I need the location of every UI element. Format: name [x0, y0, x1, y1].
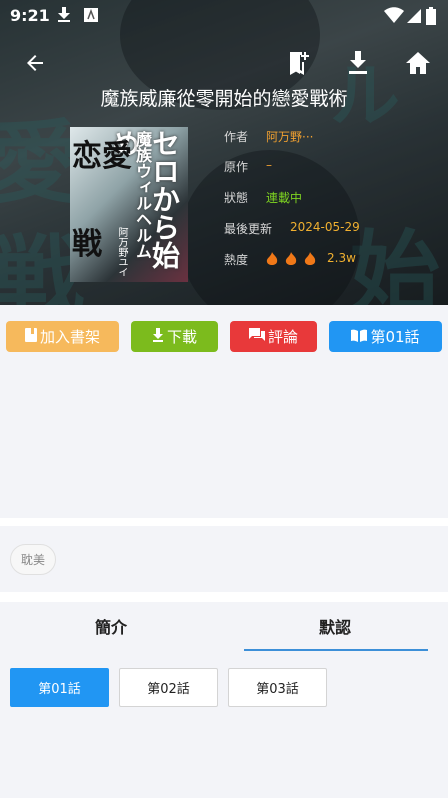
- add-to-shelf-button[interactable]: 加入書架: [6, 321, 119, 352]
- comment-button[interactable]: 評論: [230, 321, 317, 352]
- bookmark-button[interactable]: [282, 48, 316, 82]
- download-chapters-label: 下載: [166, 328, 197, 346]
- cover-title-line2: 魔族ウィルヘルム: [133, 131, 152, 259]
- status-bar: 9:21: [0, 0, 448, 32]
- meta-status-label: 狀態: [224, 191, 249, 205]
- chapter-button-02[interactable]: 第02話: [119, 668, 218, 707]
- section-divider: [0, 518, 448, 526]
- tag-chip[interactable]: 耽美: [10, 544, 57, 575]
- chapter-button-03[interactable]: 第03話: [228, 668, 327, 707]
- cover-author: 阿万野ユイ: [116, 227, 127, 277]
- meta-updated-value: 2024-05-29: [290, 220, 360, 234]
- description-area: [0, 366, 448, 518]
- home-icon: [405, 51, 431, 79]
- bookmark-add-icon: [287, 50, 311, 80]
- active-tab-indicator: [244, 649, 428, 651]
- download-icon: [347, 51, 369, 79]
- arrow-left-icon: [23, 51, 47, 79]
- app-notification-icon: [84, 7, 98, 26]
- tag-list: 耽美: [0, 526, 448, 592]
- download-button[interactable]: [341, 48, 375, 82]
- meta-updated-label: 最後更新: [224, 222, 273, 236]
- meta-original-value: –: [266, 158, 272, 172]
- signal-icon: [407, 7, 421, 27]
- top-bar: [0, 48, 448, 84]
- tab-bar: 簡介 默認: [0, 602, 448, 652]
- meta-author-value[interactable]: 阿万野···: [266, 128, 313, 145]
- wifi-icon: [384, 7, 404, 27]
- flame-icon: [304, 252, 316, 269]
- meta-status-value: 連載中: [266, 191, 303, 205]
- download-status-icon: [57, 7, 71, 27]
- back-button[interactable]: [18, 48, 52, 82]
- flame-icon: [285, 252, 297, 269]
- meta-original-label: 原作: [224, 160, 249, 174]
- tab-intro[interactable]: 簡介: [95, 614, 127, 638]
- book-icon: [24, 327, 37, 346]
- open-book-icon: [351, 328, 368, 346]
- download-chapters-button[interactable]: 下載: [131, 321, 218, 352]
- section-divider: [0, 592, 448, 602]
- home-button[interactable]: [401, 48, 435, 82]
- action-bar: 加入書架 下載 評論 第01話: [0, 321, 448, 353]
- meta-heat-label: 熱度: [224, 253, 249, 267]
- add-to-shelf-label: 加入書架: [39, 328, 100, 346]
- chapter-button-01[interactable]: 第01話: [10, 668, 109, 707]
- comic-title: 魔族威廉從零開始的戀愛戰術: [100, 88, 348, 110]
- cover-image[interactable]: セロから始め 魔族ウィルヘルム 恋愛 戦 阿万野ユイ: [70, 127, 188, 282]
- status-time: 9:21: [10, 6, 50, 25]
- tab-default[interactable]: 默認: [319, 614, 351, 638]
- battery-icon: [426, 7, 436, 29]
- meta-heat-value: 2.3w: [327, 251, 356, 265]
- download-icon: [152, 327, 164, 346]
- flame-icon: [266, 252, 278, 269]
- comment-icon: [248, 327, 265, 346]
- meta-author-label: 作者: [224, 130, 249, 144]
- start-reading-label: 第01話: [370, 328, 420, 346]
- cover-title-line4: 戦: [72, 227, 102, 262]
- start-reading-button[interactable]: 第01話: [329, 321, 442, 352]
- comment-label: 評論: [267, 328, 298, 346]
- cover-title-line3: 恋愛: [72, 139, 132, 174]
